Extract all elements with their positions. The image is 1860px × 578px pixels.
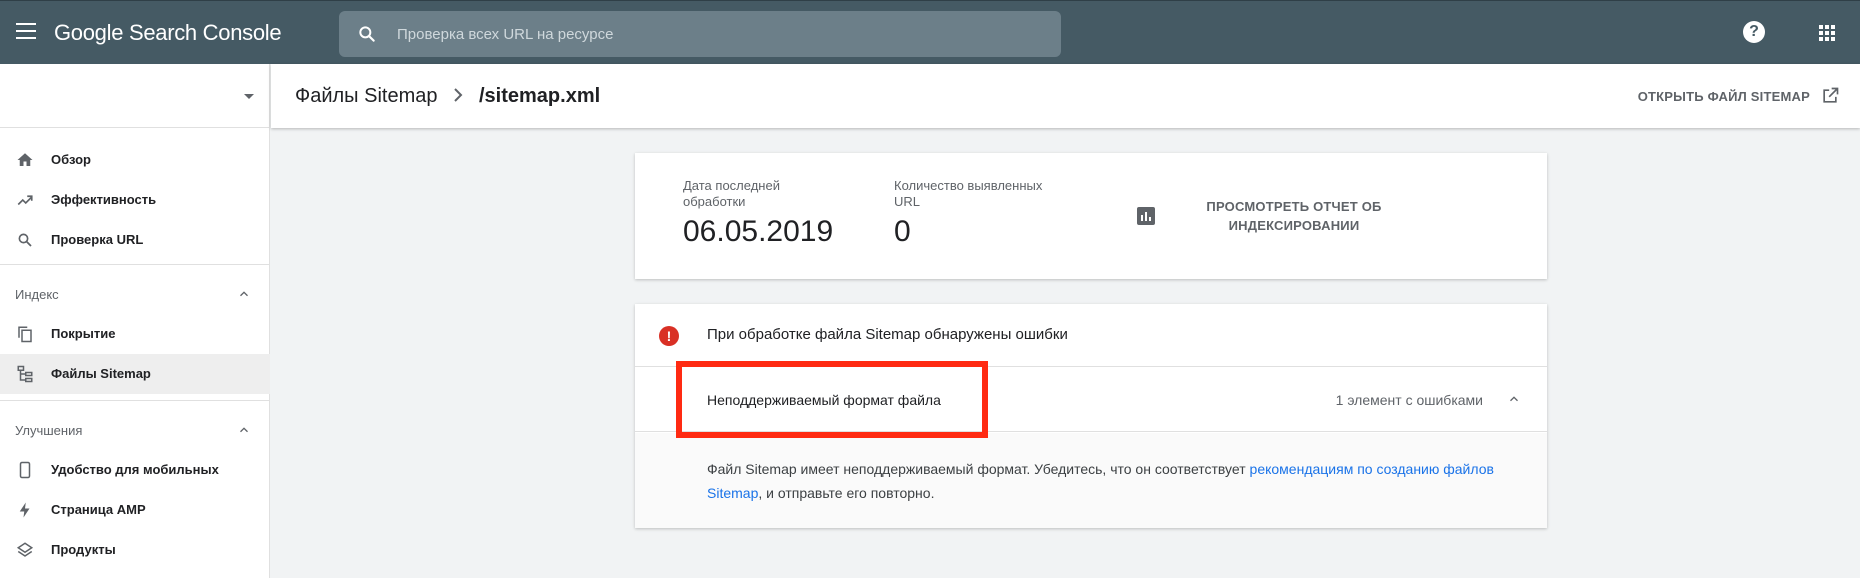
breadcrumb-parent-link[interactable]: Файлы Sitemap xyxy=(295,85,437,108)
section-label: Индекс xyxy=(15,287,59,302)
sidebar-item-performance[interactable]: Эффективность xyxy=(0,180,270,220)
sidebar-item-url-inspection[interactable]: Проверка URL xyxy=(0,220,270,260)
search-icon[interactable] xyxy=(357,24,377,44)
urls-found-value: 0 xyxy=(894,215,911,248)
sidebar-item-label: Продукты xyxy=(51,542,116,557)
open-in-new-icon xyxy=(1823,87,1839,103)
app-logo[interactable]: Google Search Console xyxy=(54,20,282,46)
issue-details: Файл Sitemap имеет неподдерживаемый форм… xyxy=(635,433,1547,528)
chevron-up-icon[interactable] xyxy=(1507,392,1521,406)
issue-description-tail: , и отправьте его повторно. xyxy=(758,485,935,501)
errors-header: ! При обработке файла Sitemap обнаружены… xyxy=(635,304,1547,367)
top-app-bar: Google Search Console ? xyxy=(0,0,1860,64)
search-icon xyxy=(18,233,32,247)
divider xyxy=(0,400,270,401)
smartphone-icon xyxy=(19,461,31,479)
sitemap-icon xyxy=(17,365,33,383)
errors-title: При обработке файла Sitemap обнаружены о… xyxy=(707,326,1068,343)
section-label: Улучшения xyxy=(15,423,83,438)
sidebar-item-label: Проверка URL xyxy=(51,232,144,247)
sidebar-item-mobile-usability[interactable]: Удобство для мобильных xyxy=(0,450,270,490)
last-processed-label: Дата последней обработки xyxy=(683,178,780,209)
sidebar-item-label: Файлы Sitemap xyxy=(51,366,151,381)
sidebar-item-label: Покрытие xyxy=(51,326,116,341)
issue-description-text: Файл Sitemap имеет неподдерживаемый форм… xyxy=(707,461,1250,477)
issue-description: Файл Sitemap имеет неподдерживаемый форм… xyxy=(707,457,1507,505)
sidebar-item-label: Эффективность xyxy=(51,192,157,207)
layers-icon xyxy=(16,542,34,557)
sitemap-stats-card: Дата последней обработки 06.05.2019 Коли… xyxy=(635,153,1547,279)
sidebar: Обзор Эффективность Проверка URL Индекс … xyxy=(0,64,270,578)
page-title: /sitemap.xml xyxy=(479,85,601,107)
property-selector[interactable] xyxy=(0,64,270,128)
sidebar-item-amp[interactable]: Страница AMP xyxy=(0,490,270,530)
bolt-icon xyxy=(19,502,30,518)
sidebar-item-label: Страница AMP xyxy=(51,502,146,517)
dropdown-caret-icon[interactable] xyxy=(244,94,254,99)
sidebar-item-overview[interactable]: Обзор xyxy=(0,140,270,180)
help-icon[interactable]: ? xyxy=(1743,21,1765,43)
trending-up-icon xyxy=(17,195,33,206)
view-index-report-link[interactable]: ПРОСМОТРЕТЬ ОТЧЕТ ОБ ИНДЕКСИРОВАНИИ xyxy=(1201,197,1387,235)
open-sitemap-label: ОТКРЫТЬ ФАЙЛ SITEMAP xyxy=(1637,88,1810,104)
search-input[interactable] xyxy=(397,11,1037,57)
chevron-right-icon xyxy=(454,88,463,102)
section-header-improvements[interactable]: Улучшения xyxy=(0,410,270,450)
home-icon xyxy=(17,153,33,166)
url-inspection-search[interactable] xyxy=(339,11,1061,57)
copy-icon xyxy=(18,326,32,343)
error-icon: ! xyxy=(659,326,679,346)
sidebar-item-coverage[interactable]: Покрытие xyxy=(0,314,270,354)
issue-title: Неподдерживаемый формат файла xyxy=(707,392,941,408)
hamburger-menu-icon[interactable] xyxy=(16,23,36,41)
sidebar-item-label: Удобство для мобильных xyxy=(51,462,219,477)
bar-chart-icon[interactable] xyxy=(1137,207,1155,225)
open-sitemap-button[interactable]: ОТКРЫТЬ ФАЙЛ SITEMAP xyxy=(1638,82,1840,110)
chevron-up-icon xyxy=(240,427,248,433)
page-header: Файлы Sitemap /sitemap.xml ОТКРЫТЬ ФАЙЛ … xyxy=(271,64,1860,128)
sidebar-item-sitemaps[interactable]: Файлы Sitemap xyxy=(0,354,270,394)
divider xyxy=(0,264,270,265)
errors-card: ! При обработке файла Sitemap обнаружены… xyxy=(635,304,1547,528)
last-processed-value: 06.05.2019 xyxy=(683,215,834,248)
sidebar-item-products[interactable]: Продукты xyxy=(0,530,270,570)
apps-grid-icon[interactable] xyxy=(1819,25,1835,41)
section-header-index[interactable]: Индекс xyxy=(0,274,270,314)
chevron-up-icon xyxy=(240,291,248,297)
urls-found-label: Количество выявленных URL xyxy=(894,178,1043,209)
issue-row[interactable]: Неподдерживаемый формат файла 1 элемент … xyxy=(635,368,1547,432)
sidebar-item-label: Обзор xyxy=(51,152,91,167)
issue-count: 1 элемент с ошибками xyxy=(1335,392,1483,408)
